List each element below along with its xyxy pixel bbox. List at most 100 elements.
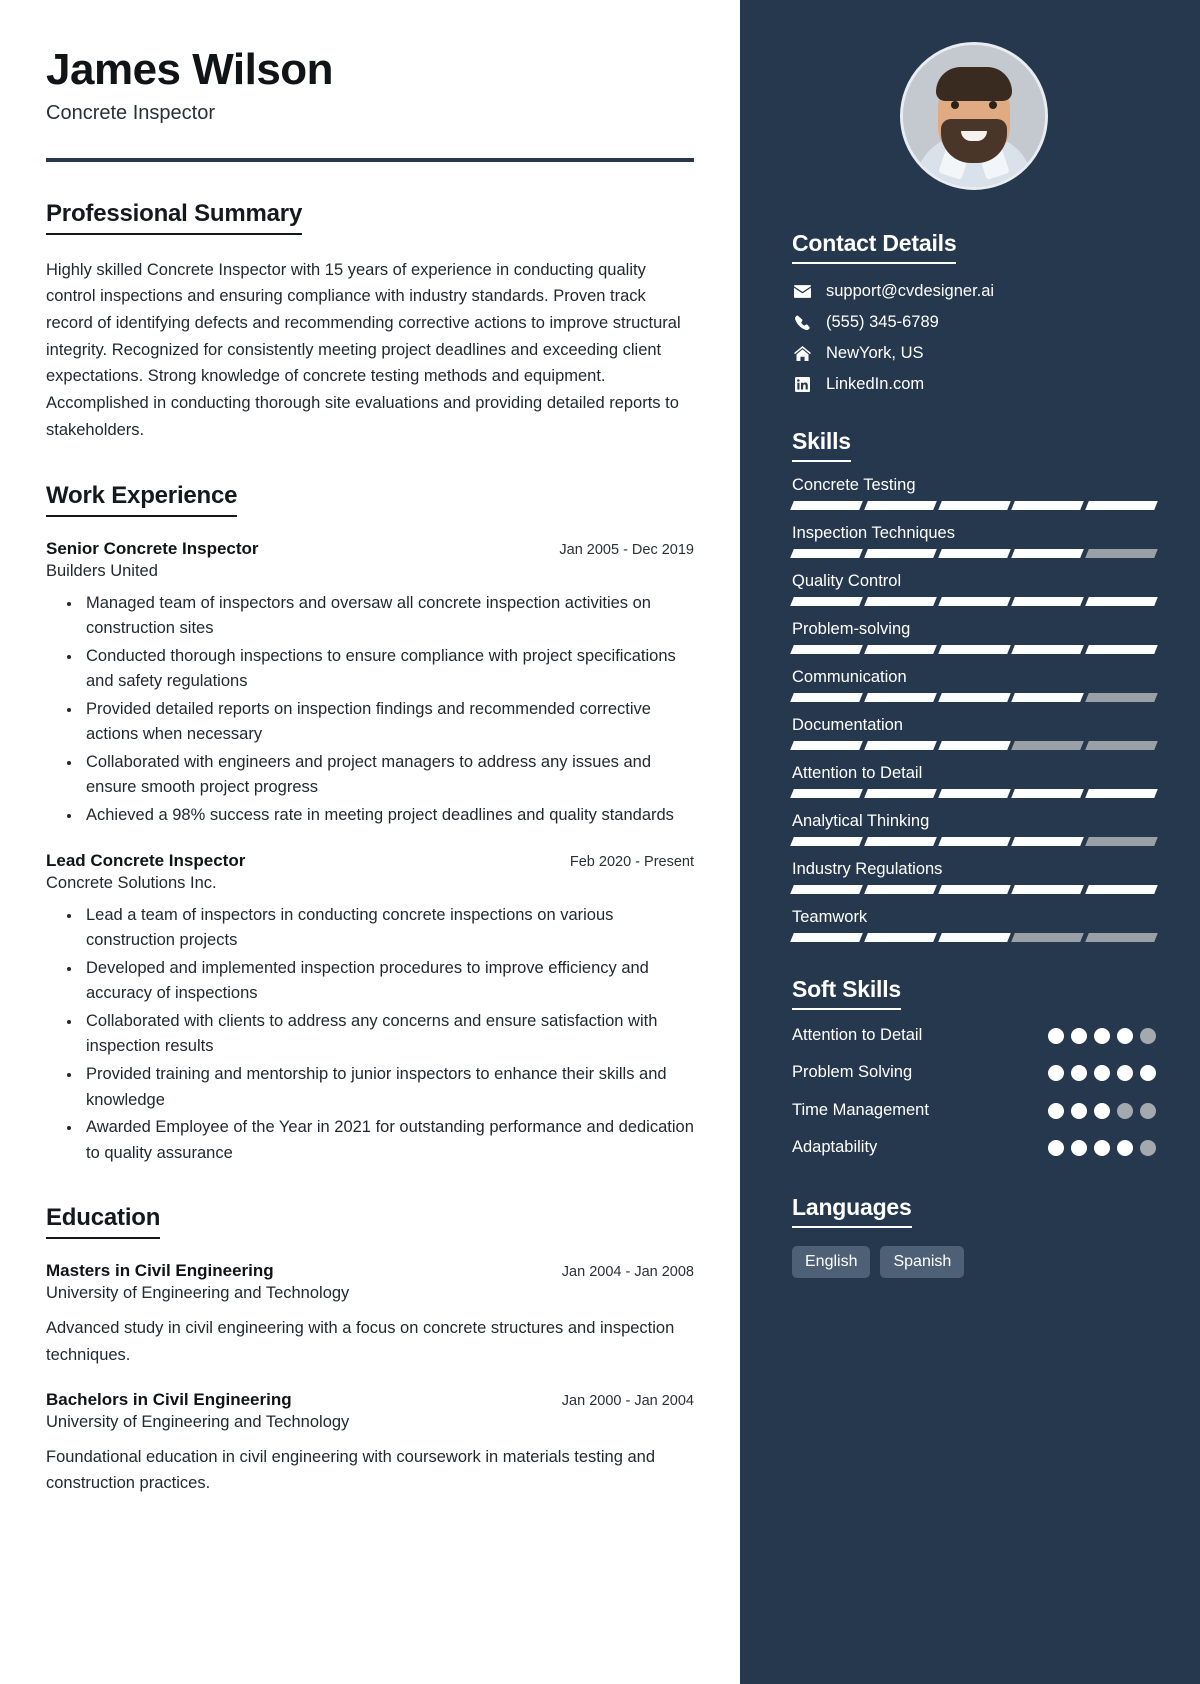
- soft-skill-label: Adaptability: [792, 1138, 878, 1157]
- resume-page: James Wilson Concrete Inspector Professi…: [0, 0, 1200, 1684]
- rating-dot: [1048, 1102, 1064, 1119]
- skill-segment: [790, 933, 863, 942]
- skill-segment: [863, 597, 937, 606]
- education-degree: Bachelors in Civil Engineering: [46, 1390, 292, 1410]
- skill-segment: [937, 645, 1011, 654]
- section-heading-experience: Work Experience: [46, 482, 238, 517]
- experience-role: Lead Concrete Inspector: [46, 850, 246, 870]
- skill-segment: [1085, 933, 1158, 942]
- skill-level-bar: [790, 549, 1158, 558]
- contact-item-linkedin[interactable]: LinkedIn.com: [792, 375, 1156, 394]
- skill-level-bar: [790, 933, 1158, 942]
- list-item: Provided training and mentorship to juni…: [82, 1062, 694, 1113]
- skill-label: Industry Regulations: [792, 860, 943, 878]
- skill-segment: [790, 693, 863, 702]
- skill-segment: [1085, 645, 1158, 654]
- skill-segment: [1085, 885, 1158, 894]
- linkedin-icon: [792, 377, 812, 392]
- skill-segment: [1011, 549, 1085, 558]
- rating-dot: [1071, 1102, 1087, 1119]
- skill-segment: [863, 885, 937, 894]
- skill-level-bar: [790, 501, 1158, 510]
- skill-segment: [790, 741, 863, 750]
- soft-skill-rating: [1048, 1136, 1156, 1157]
- skill-segment: [937, 693, 1011, 702]
- skill-segment: [937, 597, 1011, 606]
- summary-text: Highly skilled Concrete Inspector with 1…: [46, 260, 681, 439]
- skill-segment: [790, 597, 863, 606]
- skill-segment: [1085, 597, 1158, 606]
- home-icon: [792, 346, 812, 361]
- section-languages: Languages English Spanish: [792, 1194, 1156, 1278]
- section-contact-details: Contact Details support@cvdesigner.ai (5…: [792, 230, 1156, 394]
- envelope-icon: [792, 285, 812, 298]
- skill-segment: [790, 549, 863, 558]
- contact-item-location[interactable]: NewYork, US: [792, 344, 1156, 363]
- skill-item: Industry Regulations: [790, 860, 1158, 894]
- experience-entry-header: Senior Concrete Inspector Jan 2005 - Dec…: [46, 539, 694, 559]
- skill-segment: [1011, 693, 1085, 702]
- soft-skill-item: Adaptability: [792, 1136, 1156, 1159]
- language-chip[interactable]: English: [792, 1245, 871, 1278]
- skill-segment: [863, 549, 937, 558]
- rating-dot: [1094, 1140, 1110, 1157]
- section-skills: Skills Concrete Testing Inspection Techn…: [790, 428, 1158, 942]
- skill-segment: [1011, 837, 1085, 846]
- skill-segment: [1085, 501, 1158, 510]
- education-date: Jan 2000 - Jan 2004: [561, 1393, 694, 1410]
- list-item: Conducted thorough inspections to ensure…: [82, 644, 694, 695]
- experience-date: Feb 2020 - Present: [569, 853, 694, 870]
- experience-organization: Concrete Solutions Inc.: [46, 873, 217, 892]
- skill-segment: [863, 933, 937, 942]
- skill-label: Quality Control: [792, 572, 902, 590]
- list-item: Achieved a 98% success rate in meeting p…: [82, 803, 694, 829]
- rating-dot: [1048, 1028, 1064, 1044]
- language-chip[interactable]: Spanish: [880, 1245, 965, 1278]
- skill-level-bar: [790, 885, 1158, 894]
- list-item: Lead a team of inspectors in conducting …: [82, 903, 694, 954]
- contact-item-phone[interactable]: (555) 345-6789: [792, 313, 1156, 332]
- skill-label: Attention to Detail: [792, 764, 923, 782]
- soft-skill-label: Problem Solving: [792, 1063, 913, 1082]
- skill-level-bar: [790, 741, 1158, 750]
- rating-dot: [1094, 1028, 1110, 1044]
- rating-dot: [1117, 1065, 1133, 1082]
- main-column: James Wilson Concrete Inspector Professi…: [0, 0, 740, 1684]
- skill-segment: [863, 693, 937, 702]
- skill-label: Communication: [792, 668, 907, 686]
- section-heading-education: Education: [46, 1204, 160, 1240]
- skill-segment: [863, 645, 937, 654]
- skill-item: Concrete Testing: [790, 476, 1158, 510]
- soft-skill-label: Attention to Detail: [792, 1026, 923, 1044]
- experience-entry-header: Lead Concrete Inspector Feb 2020 - Prese…: [46, 851, 694, 871]
- contact-item-email[interactable]: support@cvdesigner.ai: [792, 282, 1156, 301]
- skill-label: Analytical Thinking: [792, 812, 930, 830]
- section-heading-contact: Contact Details: [792, 230, 957, 264]
- skill-segment: [863, 789, 937, 798]
- section-heading-languages: Languages: [792, 1194, 912, 1228]
- skill-segment: [937, 501, 1011, 510]
- skill-segment: [1085, 789, 1158, 798]
- skill-segment: [937, 789, 1011, 798]
- list-item: Provided detailed reports on inspection …: [82, 697, 694, 748]
- skill-segment: [790, 837, 863, 846]
- soft-skill-item: Time Management: [792, 1099, 1156, 1122]
- list-item: Managed team of inspectors and oversaw a…: [82, 591, 694, 642]
- skill-item: Analytical Thinking: [790, 812, 1158, 846]
- skill-segment: [790, 501, 863, 510]
- education-description: Foundational education in civil engineer…: [46, 1448, 656, 1493]
- skill-label: Concrete Testing: [792, 476, 916, 494]
- rating-dot: [1048, 1140, 1064, 1157]
- rating-dot: [1117, 1028, 1133, 1044]
- rating-dot: [1094, 1065, 1110, 1082]
- skill-level-bar: [790, 789, 1158, 798]
- contact-phone-value: (555) 345-6789: [826, 313, 939, 331]
- skill-segment: [1011, 933, 1085, 942]
- section-education: Education Masters in Civil Engineering J…: [46, 1204, 694, 1497]
- section-soft-skills: Soft Skills Attention to Detail Problem …: [792, 976, 1156, 1160]
- rating-dot: [1071, 1065, 1087, 1082]
- rating-dot: [1140, 1102, 1156, 1119]
- skill-segment: [1085, 693, 1158, 702]
- experience-entry: Senior Concrete Inspector Jan 2005 - Dec…: [46, 539, 694, 829]
- soft-skill-label: Time Management: [792, 1100, 929, 1119]
